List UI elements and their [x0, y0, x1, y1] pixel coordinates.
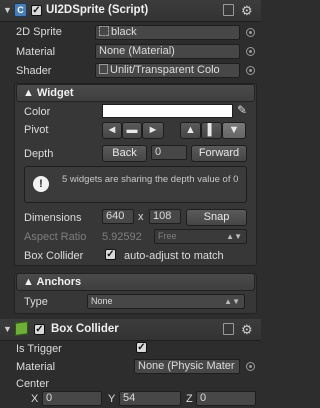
box-collider-label: Box Collider — [24, 250, 84, 262]
sprite-label: 2D Sprite — [16, 26, 62, 38]
shader-label: Shader — [16, 65, 52, 77]
pivot-bottom-button[interactable]: ▼ — [222, 122, 246, 139]
shader-value: Unlit/Transparent Colo — [110, 64, 220, 76]
eyedropper-icon[interactable]: ✎ — [237, 103, 247, 117]
material-value: None (Material) — [99, 45, 175, 57]
snap-button[interactable]: Snap — [186, 209, 247, 226]
material-label: Material — [16, 46, 56, 58]
box-collider-checkbox[interactable]: ✓ — [105, 249, 116, 260]
sprite-value: black — [111, 26, 137, 38]
sprite-object-icon — [99, 26, 109, 36]
aspect-mode-dropdown[interactable]: Free ▲▼ — [154, 229, 247, 244]
center-y-input[interactable]: 54 — [119, 391, 181, 406]
shader-icon — [99, 64, 108, 74]
info-icon: ! — [33, 176, 49, 192]
foldout-arrow-icon[interactable]: ▼ — [3, 5, 12, 15]
auto-adjust-label: auto-adjust to match — [124, 250, 224, 262]
pivot-label: Pivot — [24, 124, 49, 136]
help-book-icon[interactable] — [223, 4, 234, 16]
pivot-right-button[interactable]: ► — [142, 122, 164, 139]
color-label: Color — [24, 106, 51, 118]
aspect-mode-value: Free — [158, 231, 177, 241]
center-y-label: Y — [108, 393, 116, 405]
depth-label: Depth — [24, 148, 54, 160]
widget-title: Widget — [36, 87, 74, 99]
component-title: Box Collider — [51, 323, 119, 335]
component-title: UI2DSprite (Script) — [46, 4, 149, 16]
center-x-label: X — [31, 393, 39, 405]
anchor-type-label: Type — [24, 296, 48, 308]
depth-input[interactable]: 0 — [151, 145, 187, 160]
anchor-type-dropdown[interactable]: None ▲▼ — [87, 294, 245, 309]
pivot-top-button[interactable]: ▲ — [180, 122, 201, 139]
depth-back-button[interactable]: Back — [102, 145, 147, 162]
gear-icon[interactable]: ⚙ — [241, 322, 253, 338]
anchors-title: Anchors — [36, 276, 82, 288]
dropdown-arrow-icon: ▲▼ — [226, 232, 242, 241]
anchor-type-value: None — [91, 296, 113, 306]
widget-header[interactable]: ▲ Widget — [16, 84, 255, 102]
aspect-ratio-label: Aspect Ratio — [24, 231, 87, 243]
info-box: ! 5 widgets are sharing the depth value … — [24, 166, 247, 203]
box-collider-icon — [15, 321, 28, 336]
sprite-component-header[interactable]: ▼ C ✓ UI2DSprite (Script) ⚙ — [0, 0, 261, 22]
center-x-input[interactable]: 0 — [42, 391, 102, 406]
foldout-arrow-icon[interactable]: ▼ — [3, 324, 12, 334]
center-label: Center — [16, 378, 50, 390]
dimensions-label: Dimensions — [24, 212, 82, 224]
pivot-middle-button[interactable]: ▌ — [201, 122, 222, 139]
box-collider-component-header[interactable]: ▼ ✓ Box Collider ⚙ — [0, 319, 261, 341]
dropdown-arrow-icon: ▲▼ — [224, 297, 240, 306]
dimensions-separator: x — [138, 211, 144, 223]
sprite-field[interactable]: black — [95, 25, 240, 40]
component-enabled-checkbox[interactable]: ✓ — [31, 5, 42, 16]
depth-forward-button[interactable]: Forward — [191, 145, 247, 162]
anchors-header[interactable]: ▲ Anchors — [16, 273, 255, 291]
object-picker-icon[interactable] — [246, 47, 255, 56]
component-enabled-checkbox[interactable]: ✓ — [34, 324, 45, 335]
center-z-input[interactable]: 0 — [196, 391, 256, 406]
pivot-left-button[interactable]: ◄ — [102, 122, 122, 139]
color-swatch[interactable] — [102, 104, 233, 118]
height-input[interactable]: 108 — [149, 209, 181, 224]
collider-material-label: Material — [16, 361, 56, 373]
help-book-icon[interactable] — [223, 323, 234, 335]
width-input[interactable]: 640 — [102, 209, 134, 224]
object-picker-icon[interactable] — [246, 28, 255, 37]
is-trigger-label: Is Trigger — [16, 343, 62, 355]
collider-material-field[interactable]: None (Physic Mater — [134, 359, 240, 374]
shader-field[interactable]: Unlit/Transparent Colo — [95, 63, 240, 78]
collapse-triangle-icon: ▲ — [23, 276, 37, 288]
is-trigger-checkbox[interactable]: ✓ — [136, 342, 147, 353]
script-icon: C — [14, 3, 27, 17]
info-text: 5 widgets are sharing the depth value of… — [62, 174, 239, 185]
gear-icon[interactable]: ⚙ — [241, 3, 253, 19]
aspect-ratio-value: 5.92592 — [102, 231, 142, 243]
center-z-label: Z — [186, 393, 193, 405]
collapse-triangle-icon: ▲ — [23, 87, 37, 99]
object-picker-icon[interactable] — [246, 66, 255, 75]
pivot-center-button[interactable]: ▬ — [122, 122, 142, 139]
object-picker-icon[interactable] — [246, 362, 255, 371]
material-field[interactable]: None (Material) — [95, 44, 240, 59]
